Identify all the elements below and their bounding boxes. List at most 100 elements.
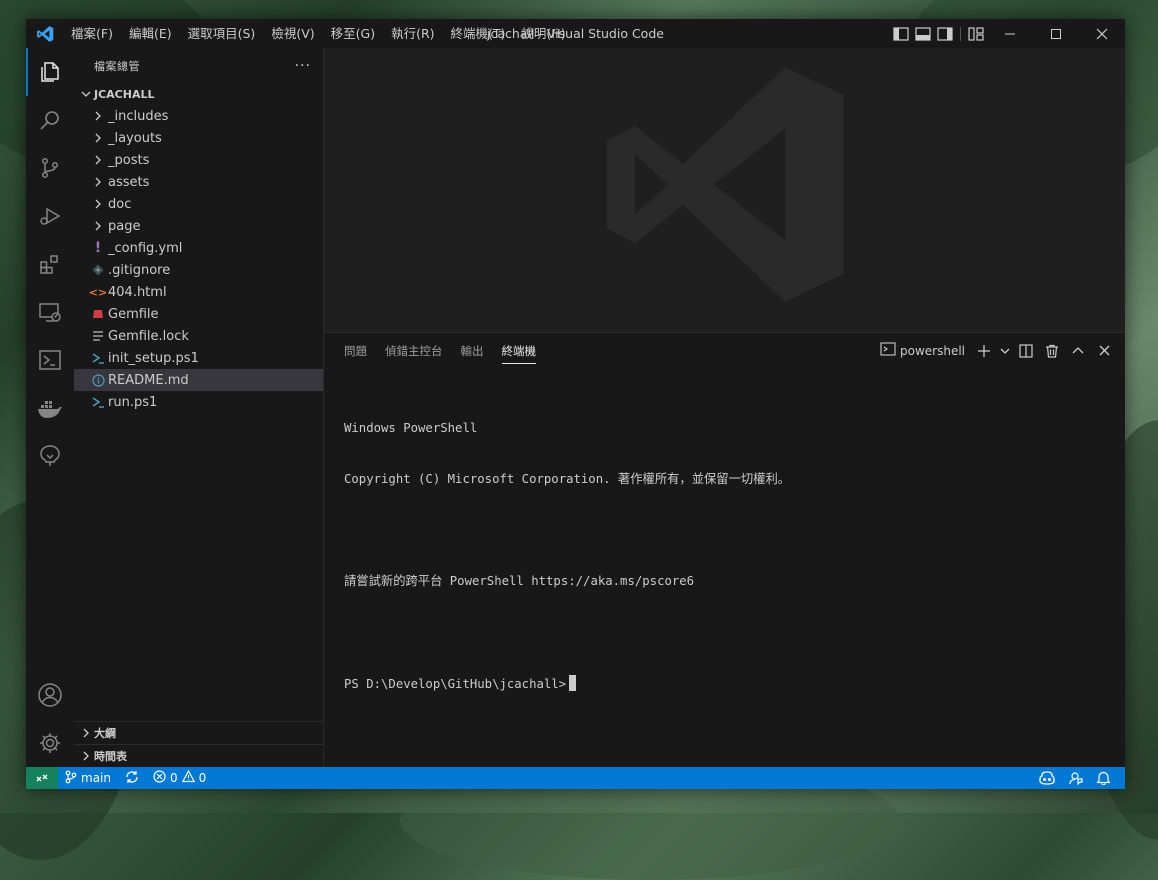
tree-folder-item[interactable]: page [74, 215, 323, 237]
tree-file-item[interactable]: README.md [74, 369, 323, 391]
chevron-right-icon [90, 127, 106, 149]
terminal-cursor [569, 675, 577, 691]
toggle-panel-icon[interactable] [912, 19, 934, 48]
close-panel-icon[interactable] [1093, 340, 1115, 362]
chevron-right-icon [78, 728, 94, 738]
feedback-icon[interactable] [1062, 767, 1090, 789]
more-actions-button[interactable]: ··· [295, 58, 311, 74]
chevron-right-icon [90, 171, 106, 193]
tree-folder-item[interactable]: _layouts [74, 127, 323, 149]
powershell-file-icon [90, 350, 106, 366]
terminal-selector[interactable]: powershell [880, 341, 965, 360]
source-control-icon[interactable] [26, 144, 74, 192]
tree-item-label: assets [108, 174, 150, 190]
sidebar-header: 檔案總管 ··· [74, 48, 323, 83]
gitlens-icon[interactable] [26, 432, 74, 480]
maximize-panel-chevron-up-icon[interactable] [1067, 340, 1089, 362]
close-icon[interactable] [1079, 19, 1125, 48]
tree-file-item[interactable]: Gemfile [74, 303, 323, 325]
sync-button[interactable] [118, 767, 146, 789]
manage-gear-icon[interactable] [26, 719, 74, 767]
customize-layout-icon[interactable] [965, 19, 987, 48]
terminal-output[interactable]: Windows PowerShell Copyright (C) Microso… [324, 368, 1125, 744]
yaml-file-icon: ! [94, 240, 102, 256]
run-debug-icon[interactable] [26, 192, 74, 240]
terminal-prompt-line: PS D:\Develop\GitHub\jcachall> [344, 675, 1105, 692]
menu-bar: 檔案(F) 編輯(E) 選取項目(S) 檢視(V) 移至(G) 執行(R) 終端… [63, 19, 574, 48]
problems-indicator[interactable]: 0 0 [146, 767, 213, 789]
menu-view[interactable]: 檢視(V) [263, 19, 322, 48]
menu-selection[interactable]: 選取項目(S) [180, 19, 264, 48]
branch-indicator[interactable]: main [58, 767, 118, 789]
maximize-icon[interactable] [1033, 19, 1079, 48]
tree-file-item[interactable]: .gitignore [74, 259, 323, 281]
sync-icon [125, 770, 139, 787]
sidebar-title: 檔案總管 [94, 59, 140, 73]
chevron-right-icon [90, 193, 106, 215]
warning-count: 0 [198, 771, 207, 785]
vscode-logo-icon [26, 19, 63, 48]
minimize-icon[interactable] [987, 19, 1033, 48]
tree-item-label: init_setup.ps1 [108, 350, 199, 366]
toggle-primary-sidebar-icon[interactable] [890, 19, 912, 48]
search-icon[interactable] [26, 96, 74, 144]
tree-item-label: _config.yml [108, 240, 183, 256]
timeline-section[interactable]: 時間表 [74, 744, 323, 767]
menu-terminal[interactable]: 終端機(T) [443, 19, 514, 48]
git-branch-icon [65, 770, 77, 787]
account-icon[interactable] [26, 671, 74, 719]
terminal-prompt: PS D:\Develop\GitHub\jcachall> [344, 677, 567, 691]
remote-indicator-icon[interactable] [26, 767, 58, 789]
tree-file-item[interactable]: <> 404.html [74, 281, 323, 303]
tree-item-label: Gemfile.lock [108, 328, 189, 344]
tab-problems[interactable]: 問題 [335, 338, 376, 364]
menu-help[interactable]: 說明(H) [513, 19, 573, 48]
extensions-icon[interactable] [26, 240, 74, 288]
outline-section[interactable]: 大綱 [74, 721, 323, 744]
editor-area[interactable] [324, 48, 1125, 333]
terminal-name: powershell [900, 343, 965, 358]
tree-item-label: _layouts [108, 130, 162, 146]
outline-label: 大綱 [94, 727, 116, 740]
workspace-folder-header[interactable]: JCACHALL [74, 83, 323, 105]
tree-file-item[interactable]: ! _config.yml [74, 237, 323, 259]
menu-edit[interactable]: 編輯(E) [121, 19, 180, 48]
tree-folder-item[interactable]: assets [74, 171, 323, 193]
powershell-icon[interactable] [26, 336, 74, 384]
tree-item-label: doc [108, 196, 132, 212]
vscode-watermark-icon [594, 57, 854, 316]
docker-icon[interactable] [26, 384, 74, 432]
tree-file-item[interactable]: Gemfile.lock [74, 325, 323, 347]
terminal-line: 請嘗試新的跨平台 PowerShell https://aka.ms/pscor… [344, 574, 695, 588]
warning-icon [181, 769, 195, 786]
terminal-prompt-icon [880, 341, 896, 360]
tab-debug-console[interactable]: 偵錯主控台 [376, 338, 452, 364]
kill-terminal-trash-icon[interactable] [1041, 340, 1063, 362]
tree-folder-item[interactable]: _includes [74, 105, 323, 127]
chevron-right-icon [90, 105, 106, 127]
lock-file-icon [90, 328, 106, 344]
explorer-sidebar: 檔案總管 ··· JCACHALL _includes _layouts _post… [74, 48, 324, 767]
tab-output[interactable]: 輸出 [452, 338, 493, 364]
tree-file-item[interactable]: init_setup.ps1 [74, 347, 323, 369]
menu-go[interactable]: 移至(G) [323, 19, 383, 48]
toggle-secondary-sidebar-icon[interactable] [934, 19, 956, 48]
branch-name: main [81, 771, 111, 785]
new-terminal-plus-icon[interactable] [973, 340, 995, 362]
tree-folder-item[interactable]: doc [74, 193, 323, 215]
remote-explorer-icon[interactable] [26, 288, 74, 336]
terminal-dropdown-chevron-icon[interactable] [999, 340, 1011, 362]
chevron-right-icon [90, 215, 106, 237]
menu-file[interactable]: 檔案(F) [63, 19, 121, 48]
chevron-right-icon [78, 751, 94, 761]
tab-terminal[interactable]: 終端機 [493, 338, 546, 364]
notifications-bell-icon[interactable] [1090, 767, 1117, 789]
split-terminal-icon[interactable] [1015, 340, 1037, 362]
powershell-file-icon [90, 394, 106, 410]
explorer-icon[interactable] [26, 48, 74, 96]
copilot-icon[interactable] [1032, 767, 1062, 789]
tree-folder-item[interactable]: _posts [74, 149, 323, 171]
tree-file-item[interactable]: run.ps1 [74, 391, 323, 413]
menu-run[interactable]: 執行(R) [383, 19, 442, 48]
